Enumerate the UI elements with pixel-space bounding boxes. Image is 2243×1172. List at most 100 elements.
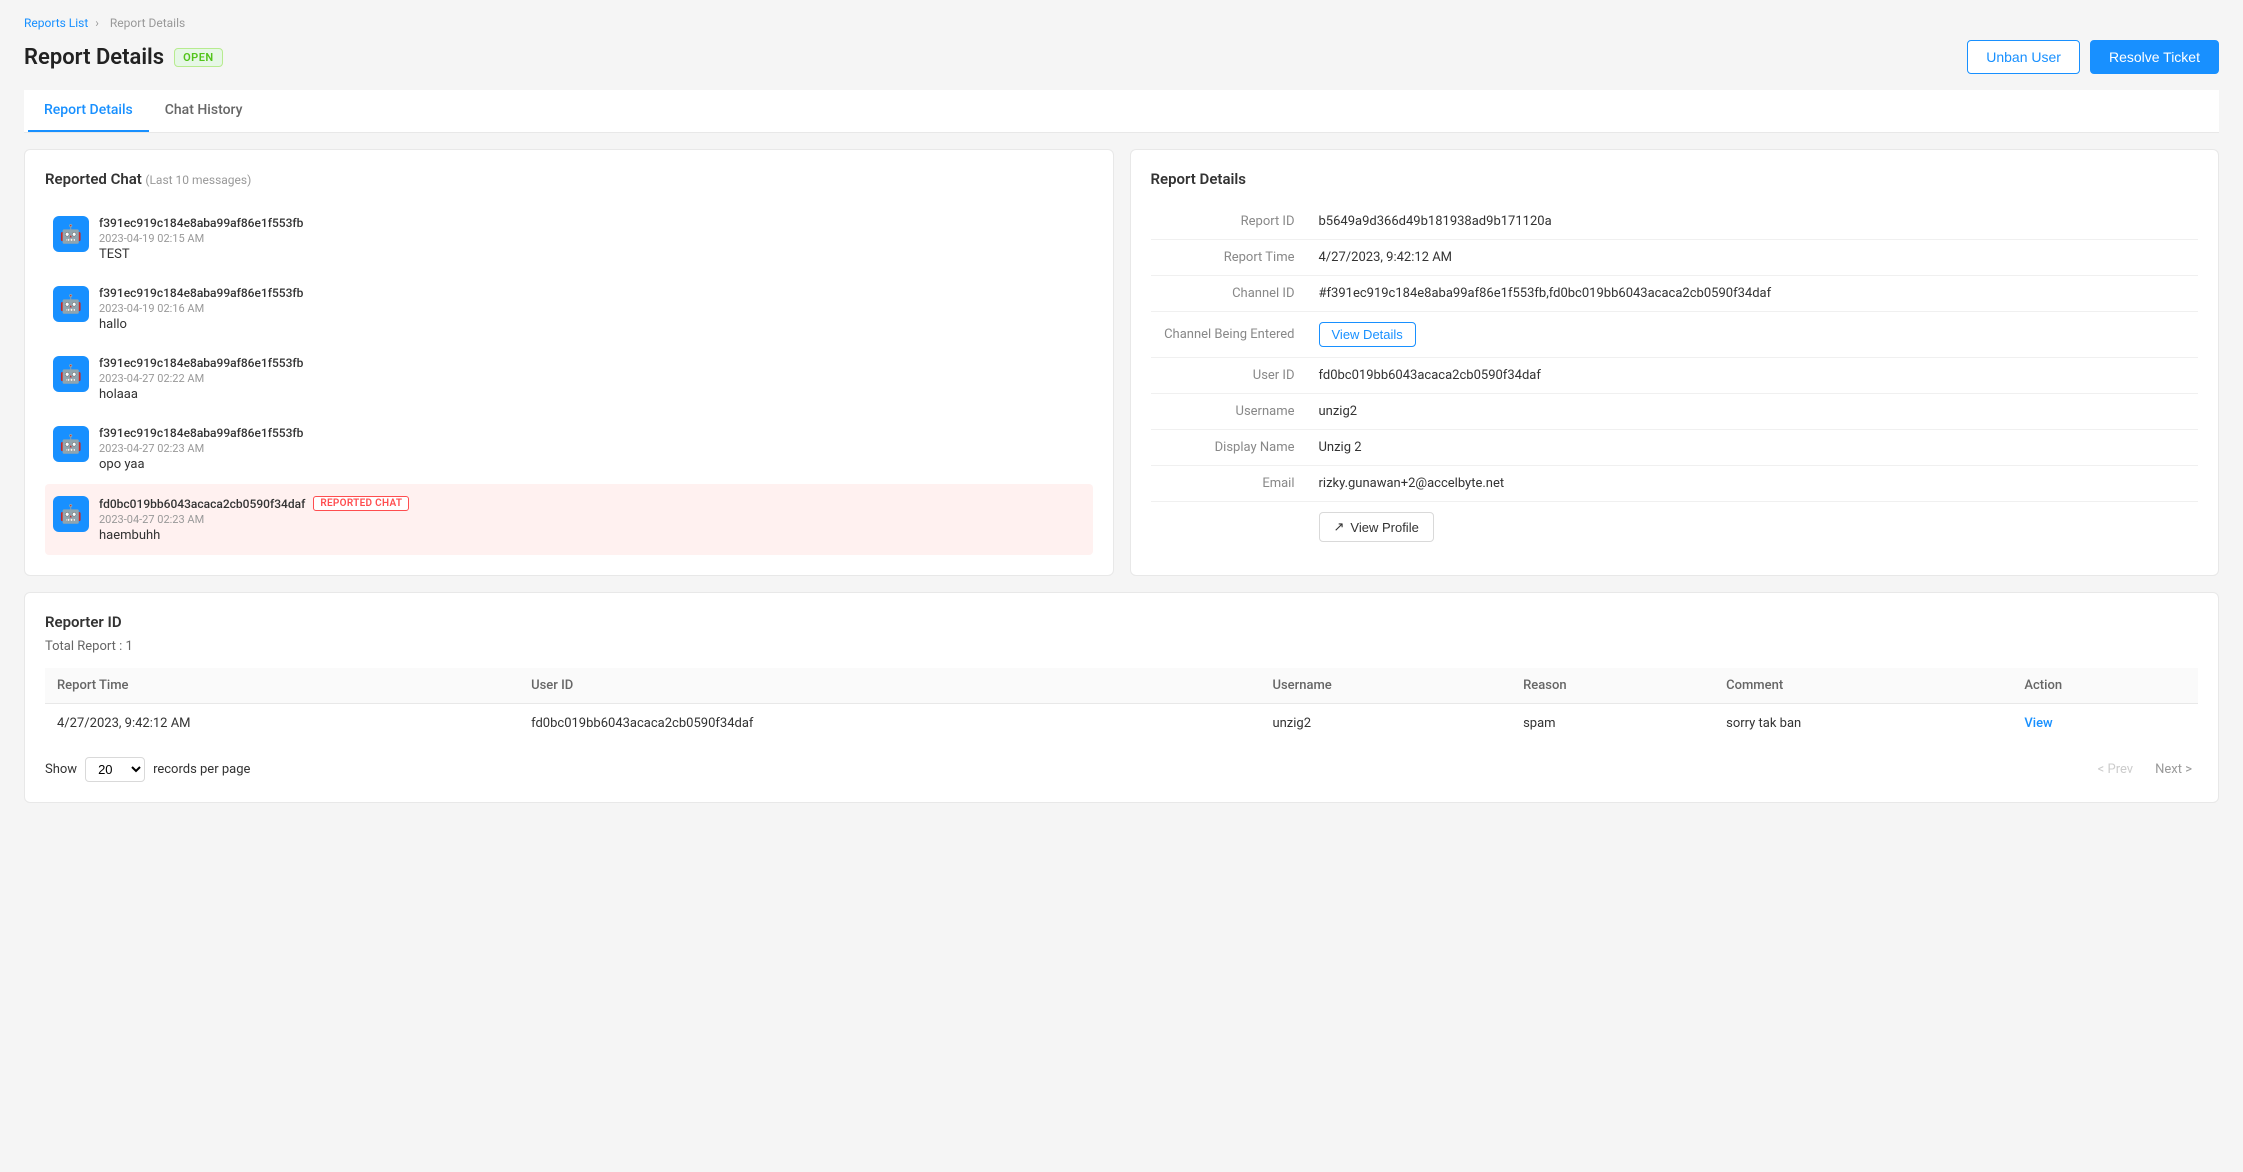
table-body: 4/27/2023, 9:42:12 AM fd0bc019bb6043acac… (45, 704, 2198, 744)
chat-message: holaaa (99, 387, 1085, 402)
chat-user-id: fd0bc019bb6043acaca2cb0590f34daf (99, 497, 305, 511)
chat-timestamp: 2023-04-27 02:22 AM (99, 372, 1085, 385)
chat-content: f391ec919c184e8aba99af86e1f553fb 2023-04… (99, 356, 1085, 402)
col-comment: Comment (1714, 668, 2012, 704)
cell-username: unzig2 (1260, 704, 1511, 744)
chat-item: 🤖 f391ec919c184e8aba99af86e1f553fb 2023-… (45, 414, 1093, 484)
reported-chat-subtitle: (Last 10 messages) (145, 173, 251, 187)
pagination-area: < Prev Next > (2092, 760, 2198, 779)
avatar: 🤖 (53, 216, 89, 252)
status-badge: OPEN (174, 48, 223, 67)
value: View Details (1311, 312, 2199, 358)
chat-message: haembuhh (99, 528, 1085, 543)
label: Email (1151, 466, 1311, 502)
col-report-time: Report Time (45, 668, 519, 704)
value: Unzig 2 (1311, 430, 2199, 466)
col-reason: Reason (1511, 668, 1714, 704)
label: Channel Being Entered (1151, 312, 1311, 358)
avatar: 🤖 (53, 286, 89, 322)
value: unzig2 (1311, 394, 2199, 430)
cell-reason: spam (1511, 704, 1714, 744)
page-title: Report Details (24, 45, 164, 70)
label: Report ID (1151, 204, 1311, 240)
next-page-button[interactable]: Next > (2149, 760, 2198, 779)
total-report: Total Report : 1 (45, 639, 2198, 654)
external-link-icon: ↗ (1334, 519, 1345, 535)
tabs: Report Details Chat History (24, 90, 2219, 133)
prev-page-button[interactable]: < Prev (2092, 760, 2139, 779)
table-footer: Show 20 50 100 records per page < Prev N… (45, 757, 2198, 782)
reporter-section: Reporter ID Total Report : 1 Report Time… (24, 592, 2219, 803)
robot-icon: 🤖 (60, 294, 82, 315)
chat-timestamp: 2023-04-19 02:16 AM (99, 302, 1085, 315)
robot-icon: 🤖 (60, 504, 82, 525)
page-header: Report Details OPEN Unban User Resolve T… (24, 40, 2219, 74)
view-profile-button[interactable]: ↗ View Profile (1319, 512, 1434, 542)
chat-message: hallo (99, 317, 1085, 332)
chat-list: 🤖 f391ec919c184e8aba99af86e1f553fb 2023-… (45, 204, 1093, 555)
value: b5649a9d366d49b181938ad9b171120a (1311, 204, 2199, 240)
chat-content: fd0bc019bb6043acaca2cb0590f34daf REPORTE… (99, 496, 1085, 543)
unban-user-button[interactable]: Unban User (1967, 40, 2080, 74)
value: ↗ View Profile (1311, 502, 2199, 553)
detail-row-email: Email rizky.gunawan+2@accelbyte.net (1151, 466, 2199, 502)
value: rizky.gunawan+2@accelbyte.net (1311, 466, 2199, 502)
col-action: Action (2012, 668, 2198, 704)
label: Channel ID (1151, 276, 1311, 312)
view-profile-label: View Profile (1350, 520, 1418, 535)
label: Username (1151, 394, 1311, 430)
detail-row-username: Username unzig2 (1151, 394, 2199, 430)
detail-row-view-profile: ↗ View Profile (1151, 502, 2199, 553)
cell-action: View (2012, 704, 2198, 744)
detail-row-channel-entered: Channel Being Entered View Details (1151, 312, 2199, 358)
reported-chat-title: Reported Chat (45, 170, 142, 188)
show-label: Show (45, 762, 77, 777)
chat-message: opo yaa (99, 457, 1085, 472)
chat-content: f391ec919c184e8aba99af86e1f553fb 2023-04… (99, 216, 1085, 262)
chat-user-id: f391ec919c184e8aba99af86e1f553fb (99, 426, 303, 440)
header-actions: Unban User Resolve Ticket (1967, 40, 2219, 74)
per-page-select[interactable]: 20 50 100 (85, 757, 145, 782)
avatar: 🤖 (53, 356, 89, 392)
chat-content: f391ec919c184e8aba99af86e1f553fb 2023-04… (99, 286, 1085, 332)
page-title-area: Report Details OPEN (24, 45, 223, 70)
col-username: Username (1260, 668, 1511, 704)
chat-timestamp: 2023-04-19 02:15 AM (99, 232, 1085, 245)
value: fd0bc019bb6043acaca2cb0590f34daf (1311, 358, 2199, 394)
view-details-button[interactable]: View Details (1319, 322, 1416, 347)
table-header: Report Time User ID Username Reason Comm… (45, 668, 2198, 704)
reporter-table: Report Time User ID Username Reason Comm… (45, 668, 2198, 743)
value: 4/27/2023, 9:42:12 AM (1311, 240, 2199, 276)
show-area: Show 20 50 100 records per page (45, 757, 250, 782)
chat-timestamp: 2023-04-27 02:23 AM (99, 442, 1085, 455)
breadcrumb-current: Report Details (110, 16, 185, 30)
chat-item-reported: 🤖 fd0bc019bb6043acaca2cb0590f34daf REPOR… (45, 484, 1093, 555)
reported-badge: REPORTED CHAT (313, 496, 409, 511)
table-row: 4/27/2023, 9:42:12 AM fd0bc019bb6043acac… (45, 704, 2198, 744)
value: #f391ec919c184e8aba99af86e1f553fb,fd0bc0… (1311, 276, 2199, 312)
avatar: 🤖 (53, 426, 89, 462)
chat-user-id: f391ec919c184e8aba99af86e1f553fb (99, 216, 303, 230)
label (1151, 502, 1311, 553)
robot-icon: 🤖 (60, 224, 82, 245)
resolve-ticket-button[interactable]: Resolve Ticket (2090, 40, 2219, 74)
robot-icon: 🤖 (60, 434, 82, 455)
chat-item: 🤖 f391ec919c184e8aba99af86e1f553fb 2023-… (45, 274, 1093, 344)
breadcrumb-parent[interactable]: Reports List (24, 16, 88, 30)
table-header-row: Report Time User ID Username Reason Comm… (45, 668, 2198, 704)
records-label: records per page (153, 762, 250, 777)
tab-report-details[interactable]: Report Details (28, 90, 149, 132)
tab-chat-history[interactable]: Chat History (149, 90, 259, 132)
detail-row-report-id: Report ID b5649a9d366d49b181938ad9b17112… (1151, 204, 2199, 240)
label: User ID (1151, 358, 1311, 394)
chat-item: 🤖 f391ec919c184e8aba99af86e1f553fb 2023-… (45, 344, 1093, 414)
detail-row-display-name: Display Name Unzig 2 (1151, 430, 2199, 466)
view-action-link[interactable]: View (2024, 716, 2052, 731)
main-content: Reported Chat (Last 10 messages) 🤖 f391e… (24, 149, 2219, 576)
report-details-card-title: Report Details (1151, 170, 2199, 188)
report-details-card: Report Details Report ID b5649a9d366d49b… (1130, 149, 2220, 576)
chat-message: TEST (99, 247, 1085, 262)
robot-icon: 🤖 (60, 364, 82, 385)
col-user-id: User ID (519, 668, 1260, 704)
detail-row-channel-id: Channel ID #f391ec919c184e8aba99af86e1f5… (1151, 276, 2199, 312)
